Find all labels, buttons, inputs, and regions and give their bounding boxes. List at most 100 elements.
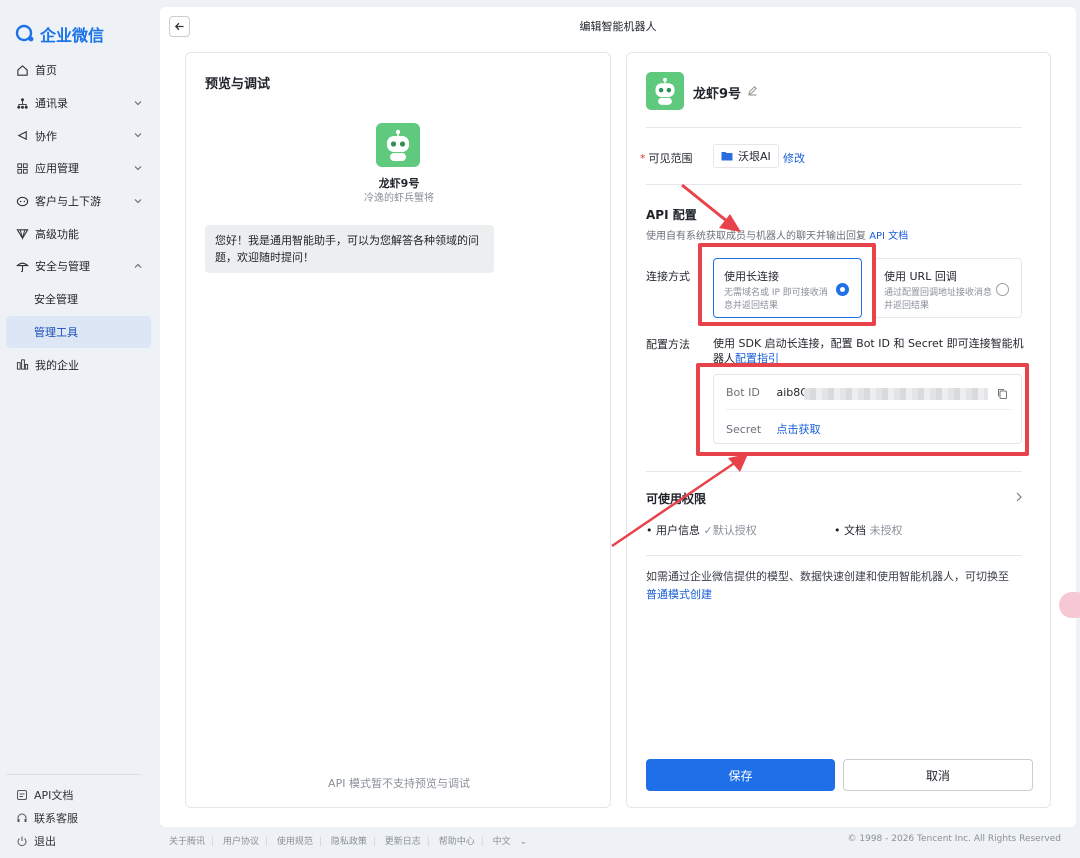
perm-user-info: • 用户信息 ✓默认授权: [646, 524, 757, 537]
sidebar-item-advanced[interactable]: 高级功能: [6, 217, 151, 250]
save-button[interactable]: 保存: [646, 759, 835, 791]
chevron-down-icon: [134, 166, 142, 171]
divider: [646, 471, 1022, 472]
sidebar-bottom-label: 联系客服: [34, 811, 78, 825]
perm-doc: • 文档 未授权: [834, 524, 903, 537]
footer-links: 关于腾讯 | 用户协议 | 使用规范 | 隐私政策 | 更新日志 | 帮助中心 | 中文 ⌄: [169, 837, 528, 847]
chevron-down-icon: [134, 133, 142, 138]
doc-icon: [17, 789, 27, 800]
sidebar-item-label: 首页: [35, 64, 57, 78]
radio-unselected[interactable]: [996, 283, 1009, 296]
perm-user-status: 默认授权: [712, 524, 757, 537]
sidebar-bottom-label: 退出: [34, 834, 56, 848]
sidebar-item-security[interactable]: 安全与管理: [6, 250, 151, 283]
logo[interactable]: 企业微信: [14, 22, 104, 46]
sidebar: 企业微信 首页 通讯录 协作 应用管理 客户与上下游 高级功能 安全与管理 安全…: [0, 0, 160, 858]
security-icon: [16, 262, 29, 273]
sidebar-bottom: API文档 联系客服 退出: [6, 774, 141, 852]
sidebar-item-management-tools[interactable]: 管理工具: [6, 315, 151, 349]
option-title: 使用 URL 回调: [884, 270, 957, 283]
robot-icon: [655, 77, 675, 105]
sidebar-item-label: 安全管理: [34, 293, 78, 307]
secret-label: Secret: [726, 423, 762, 436]
ai-assistant-icon[interactable]: [1059, 592, 1080, 618]
copyright: © 1998 - 2026 Tencent Inc. All Rights Re…: [847, 834, 1061, 844]
headset-icon: [17, 813, 27, 822]
config-panel: 龙虾9号 * 可见范围 沃垠AI 修改 API 配置 使用自有系统获取成员与机器人…: [626, 52, 1051, 808]
greeting-bubble: 您好！我是通用智能助手，可以为您解答各种领域的问题，欢迎随时提问！: [205, 225, 494, 273]
customer-icon: [16, 196, 29, 206]
divider: [646, 127, 1022, 128]
company-icon: [16, 359, 29, 370]
scope-label: * 可见范围: [640, 152, 693, 165]
bot-id-redacted: [804, 388, 988, 400]
logo-text: 企业微信: [40, 26, 105, 45]
chevron-down-icon: [134, 100, 142, 105]
sidebar-item-label: 安全与管理: [35, 260, 90, 274]
contact-support-link[interactable]: 联系客服: [6, 806, 141, 829]
sidebar-item-collab[interactable]: 协作: [6, 119, 151, 152]
perm-doc-status: 未授权: [869, 524, 903, 537]
switch-mode-note: 如需通过企业微信提供的模型、数据快速创建和使用智能机器人，可切换至 普通模式创建: [646, 570, 1009, 601]
edit-icon[interactable]: [747, 85, 758, 96]
sidebar-item-home[interactable]: 首页: [6, 54, 151, 87]
language-select[interactable]: 中文: [493, 837, 511, 847]
main-card: 编辑智能机器人 预览与调试 龙虾9号 冷逸的虾兵蟹将 您好！我是通用智能助手，可…: [160, 7, 1076, 827]
method-text: 使用 SDK 启动长连接，配置 Bot ID 和 Secret 即可连接智能机器…: [713, 337, 1024, 365]
bot-avatar: [646, 72, 684, 110]
cancel-button[interactable]: 取消: [843, 759, 1033, 791]
copy-icon[interactable]: [997, 388, 1008, 400]
chevron-right-icon[interactable]: [1014, 491, 1024, 503]
divider: [646, 184, 1022, 185]
permissions-title[interactable]: 可使用权限: [646, 490, 706, 507]
option-title: 使用长连接: [724, 270, 779, 283]
sidebar-item-apps[interactable]: 应用管理: [6, 152, 151, 185]
sidebar-item-contacts[interactable]: 通讯录: [6, 87, 151, 120]
chevron-down-icon: [134, 198, 142, 204]
footer-link[interactable]: 帮助中心: [439, 837, 475, 847]
power-icon: [17, 836, 27, 846]
sidebar-bottom-label: API文档: [34, 788, 74, 802]
home-icon: [17, 64, 28, 76]
sidebar-item-customers[interactable]: 客户与上下游: [6, 185, 151, 218]
long-connection-option[interactable]: 使用长连接 无需域名或 IP 即可接收消息并返回结果: [713, 258, 862, 318]
preview-panel: 预览与调试 龙虾9号 冷逸的虾兵蟹将 您好！我是通用智能助手，可以为您解答各种领…: [185, 52, 611, 808]
preview-title: 预览与调试: [205, 77, 271, 92]
robot-icon: [387, 129, 409, 161]
page-footer: 关于腾讯 | 用户协议 | 使用规范 | 隐私政策 | 更新日志 | 帮助中心 | 中文 ⌄…: [169, 834, 1069, 847]
credentials-box: Bot ID aib8Qk Secret 点击获取: [713, 374, 1022, 444]
sidebar-nav: 首页 通讯录 协作 应用管理 客户与上下游 高级功能 安全与管理 安全管理 管理…: [6, 54, 151, 381]
bot-name: 龙虾9号: [693, 87, 742, 102]
page-title: 编辑智能机器人: [579, 20, 657, 33]
footer-link[interactable]: 使用规范: [277, 837, 313, 847]
radio-selected[interactable]: [836, 283, 849, 296]
api-doc-link[interactable]: API文档: [6, 783, 141, 806]
collab-icon: [17, 131, 27, 141]
config-guide-link[interactable]: 配置指引: [735, 352, 779, 365]
folder-icon: [721, 152, 733, 161]
sidebar-item-label: 协作: [35, 129, 57, 143]
sidebar-item-label: 客户与上下游: [35, 195, 101, 209]
advanced-icon: [16, 229, 29, 241]
bot-id-row: Bot ID aib8Qk: [726, 386, 815, 399]
footer-link[interactable]: 用户协议: [223, 837, 259, 847]
bot-avatar: [376, 123, 420, 167]
footer-link[interactable]: 隐私政策: [331, 837, 367, 847]
sidebar-item-security-management[interactable]: 安全管理: [6, 283, 151, 316]
bot-id-label: Bot ID: [726, 386, 760, 399]
sidebar-item-my-company[interactable]: 我的企业: [6, 348, 151, 381]
logout-button[interactable]: 退出: [6, 829, 141, 852]
api-doc-link[interactable]: API 文档: [869, 231, 908, 242]
footer-link[interactable]: 更新日志: [385, 837, 421, 847]
sidebar-item-label: 应用管理: [35, 162, 79, 176]
url-callback-option[interactable]: 使用 URL 回调 通过配置回调地址接收消息并返回结果: [873, 258, 1022, 318]
secret-row: Secret 点击获取: [726, 421, 821, 437]
normal-mode-link[interactable]: 普通模式创建: [646, 588, 712, 601]
option-description: 通过配置回调地址接收消息并返回结果: [884, 288, 993, 311]
footer-link[interactable]: 关于腾讯: [169, 837, 205, 847]
sidebar-item-label: 我的企业: [35, 358, 79, 372]
get-secret-link[interactable]: 点击获取: [777, 423, 821, 436]
sidebar-item-label: 通讯录: [35, 97, 68, 111]
logo-icon: [15, 24, 34, 42]
scope-edit-link[interactable]: 修改: [783, 150, 805, 166]
